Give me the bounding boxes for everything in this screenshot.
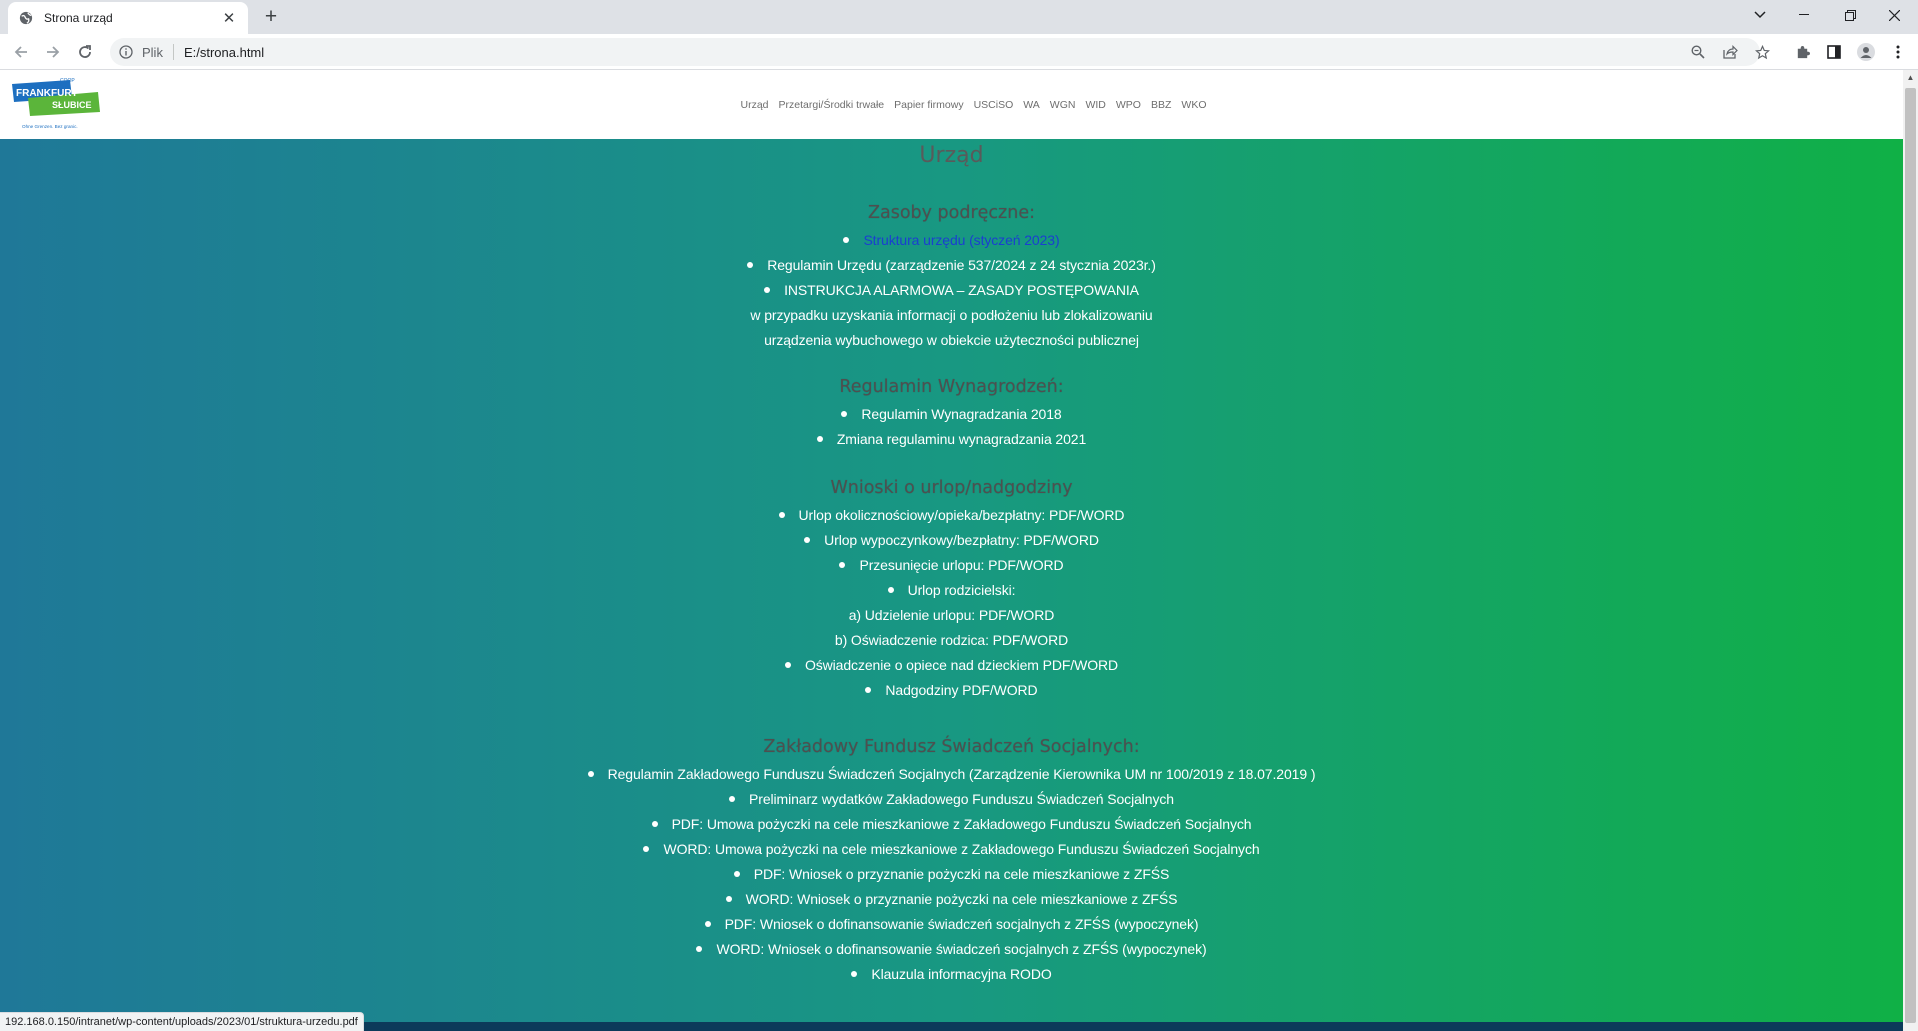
list-item[interactable]: Preliminarz wydatków Zakładowego Fundusz… — [0, 787, 1903, 812]
page-viewport: COOP FRANKFURT SŁUBICE Ohne Grenzen. Bez… — [0, 70, 1903, 1031]
list-item[interactable]: Urlop okolicznościowy/opieka/bezpłatny: … — [0, 503, 1903, 528]
nav-link-bbz[interactable]: BBZ — [1151, 99, 1171, 111]
share-icon[interactable] — [1720, 42, 1740, 62]
nav-link-wgn[interactable]: WGN — [1050, 99, 1076, 111]
tab-search-icon[interactable] — [1738, 0, 1782, 30]
list-item: Urlop rodzicielski: — [0, 578, 1903, 603]
nav-link-wa[interactable]: WA — [1023, 99, 1040, 111]
browser-toolbar: Plik E:/strona.html — [0, 34, 1918, 70]
section-heading-regulamin: Regulamin Wynagrodzeń: — [839, 377, 1064, 397]
main-content: Urząd Zasoby podręczne: Struktura urzędu… — [0, 139, 1903, 1031]
list-item[interactable]: PDF: Wniosek o przyznanie pożyczki na ce… — [0, 862, 1903, 887]
address-scheme: Plik — [142, 44, 163, 60]
status-url-bubble: 192.168.0.150/intranet/wp-content/upload… — [0, 1012, 364, 1031]
regulamin-list: Regulamin Wynagradzania 2018 Zmiana regu… — [0, 402, 1903, 452]
tab-strip: Strona urząd ✕ + — [0, 0, 1918, 34]
address-divider — [172, 44, 174, 60]
list-item-sub[interactable]: a) Udzielenie urlopu: PDF/WORD — [0, 603, 1903, 628]
section-heading-zasoby: Zasoby podręczne: — [867, 203, 1035, 223]
scroll-thumb[interactable] — [1905, 88, 1916, 1023]
page-title: Urząd — [919, 143, 984, 168]
list-item[interactable]: WORD: Wniosek o dofinansowanie świadczeń… — [0, 937, 1903, 962]
restore-icon[interactable] — [1828, 0, 1872, 30]
nav-link-wko[interactable]: WKO — [1181, 99, 1206, 111]
minimize-icon[interactable] — [1782, 0, 1826, 30]
globe-icon — [18, 10, 34, 26]
bookmark-star-icon[interactable] — [1752, 42, 1772, 62]
list-item[interactable]: Struktura urzędu (styczeń 2023) — [0, 228, 1903, 253]
list-item[interactable]: Regulamin Wynagradzania 2018 — [0, 402, 1903, 427]
scroll-up-arrow-icon[interactable]: ▲ — [1903, 70, 1918, 85]
side-panel-icon[interactable] — [1824, 42, 1844, 62]
wnioski-list: Urlop okolicznościowy/opieka/bezpłatny: … — [0, 503, 1903, 703]
site-header: COOP FRANKFURT SŁUBICE Ohne Grenzen. Bez… — [0, 70, 1903, 139]
list-item[interactable]: Regulamin Zakładowego Funduszu Świadczeń… — [0, 762, 1903, 787]
browser-tab[interactable]: Strona urząd ✕ — [8, 2, 248, 34]
nav-link-wid[interactable]: WID — [1085, 99, 1105, 111]
list-item[interactable]: PDF: Umowa pożyczki na cele mieszkaniowe… — [0, 812, 1903, 837]
list-item[interactable]: Regulamin Urzędu (zarządzenie 537/2024 z… — [0, 253, 1903, 278]
section-heading-wnioski: Wnioski o urlop/nadgodziny — [830, 478, 1073, 498]
address-url[interactable]: E:/strona.html — [184, 45, 264, 60]
new-tab-button[interactable]: + — [258, 4, 284, 30]
close-window-icon[interactable] — [1872, 0, 1916, 30]
list-item-continuation: w przypadku uzyskania informacji o podło… — [750, 307, 1153, 323]
address-bar[interactable]: Plik E:/strona.html — [110, 38, 1760, 66]
close-tab-icon[interactable]: ✕ — [220, 9, 238, 27]
list-item-continuation: urządzenia wybuchowego w obiekcie użytec… — [764, 332, 1139, 348]
info-icon[interactable] — [118, 44, 134, 60]
tab-title: Strona urząd — [44, 11, 113, 25]
list-item[interactable]: Klauzula informacyjna RODO — [0, 962, 1903, 987]
forward-arrow-icon[interactable] — [40, 39, 66, 65]
extensions-icon[interactable] — [1792, 42, 1812, 62]
list-item[interactable]: WORD: Wniosek o przyznanie pożyczki na c… — [0, 887, 1903, 912]
list-item[interactable]: PDF: Wniosek o dofinansowanie świadczeń … — [0, 912, 1903, 937]
list-item[interactable]: Przesunięcie urlopu: PDF/WORD — [0, 553, 1903, 578]
nav-link-wpo[interactable]: WPO — [1116, 99, 1141, 111]
list-item[interactable]: Nadgodziny PDF/WORD — [0, 678, 1903, 703]
nav-link-usciso[interactable]: USCiSO — [974, 99, 1014, 111]
profile-icon[interactable] — [1856, 42, 1876, 62]
nav-link-przetargi[interactable]: Przetargi/Środki trwałe — [779, 99, 885, 111]
list-item[interactable]: Oświadczenie o opiece nad dzieckiem PDF/… — [0, 653, 1903, 678]
site-nav: Urząd Przetargi/Środki trwałe Papier fir… — [0, 70, 1903, 139]
zoom-icon[interactable] — [1688, 42, 1708, 62]
section-heading-fundusz: Zakładowy Fundusz Świadczeń Socjalnych: — [763, 737, 1140, 757]
menu-kebab-icon[interactable] — [1888, 42, 1908, 62]
reload-icon[interactable] — [72, 39, 98, 65]
list-item[interactable]: Urlop wypoczynkowy/bezpłatny: PDF/WORD — [0, 528, 1903, 553]
fundusz-list: Regulamin Zakładowego Funduszu Świadczeń… — [0, 762, 1903, 987]
list-item[interactable]: Zmiana regulaminu wynagradzania 2021 — [0, 427, 1903, 452]
nav-link-papier-firmowy[interactable]: Papier firmowy — [894, 99, 963, 111]
zasoby-list: Struktura urzędu (styczeń 2023) Regulami… — [0, 228, 1903, 353]
back-arrow-icon[interactable] — [8, 39, 34, 65]
vertical-scrollbar[interactable]: ▲ — [1903, 70, 1918, 1031]
list-item-sub[interactable]: b) Oświadczenie rodzica: PDF/WORD — [0, 628, 1903, 653]
list-item[interactable]: INSTRUKCJA ALARMOWA – ZASADY POSTĘPOWANI… — [0, 278, 1903, 303]
list-item[interactable]: WORD: Umowa pożyczki na cele mieszkaniow… — [0, 837, 1903, 862]
nav-link-urzad[interactable]: Urząd — [741, 99, 769, 111]
